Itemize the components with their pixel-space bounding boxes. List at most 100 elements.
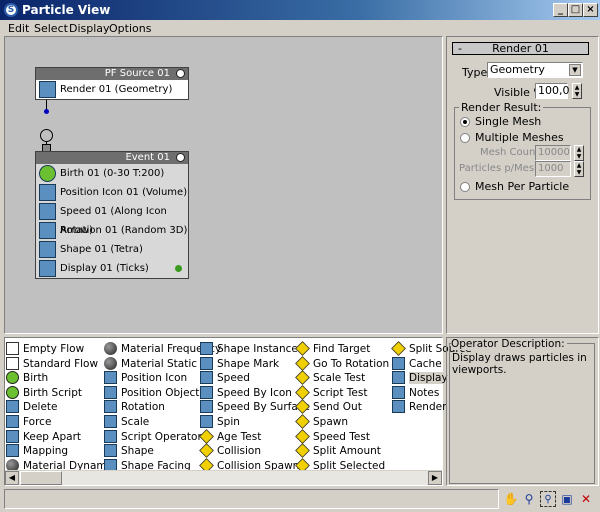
delete-icon	[6, 400, 19, 414]
type-dropdown[interactable]: Geometry ▼	[487, 62, 583, 78]
depot-item-speed-by-icon[interactable]: Speed By Icon	[200, 385, 292, 400]
spawn-icon	[295, 414, 310, 429]
depot-item-label: Empty Flow	[23, 343, 85, 355]
visible-spinner[interactable]: ▲ ▼	[572, 83, 582, 99]
bulb-icon[interactable]	[176, 153, 185, 162]
scale-icon	[104, 415, 117, 428]
operator-speed[interactable]: Speed 01 (Along Icon Arrow)	[36, 202, 188, 236]
depot-item-shape[interactable]: Shape	[104, 444, 154, 458]
depot-item-notes[interactable]: Notes	[392, 385, 439, 400]
operator-rotation[interactable]: Rotation 01 (Random 3D)	[36, 221, 188, 240]
rollout-title: Render 01	[492, 42, 549, 55]
depot-item-speed-test[interactable]: Speed Test	[295, 428, 370, 444]
zoom-extents-icon[interactable]: ▣	[559, 491, 575, 507]
depot-item-scale-test[interactable]: Scale Test	[295, 370, 365, 386]
bulb-icon[interactable]	[176, 69, 185, 78]
operator-depot: Empty Flow Standard Flow Birth Birth Script…	[4, 337, 472, 486]
mesh-count-spinner: ▲ ▼	[574, 145, 584, 161]
operator-shape[interactable]: Shape 01 (Tetra)	[36, 240, 188, 259]
depot-item-collision[interactable]: Collision	[199, 443, 261, 459]
depot-item-material-static[interactable]: Material Static	[104, 356, 197, 371]
depot-item-age-test[interactable]: Age Test	[199, 428, 261, 444]
depot-item-shape-instance[interactable]: Shape Instance	[200, 342, 298, 356]
horizontal-scrollbar[interactable]: ◀ ▶	[5, 470, 442, 485]
depot-item-force[interactable]: Force	[6, 415, 51, 429]
depot-item-shape-mark[interactable]: Shape Mark	[200, 356, 279, 371]
operator-position-icon[interactable]: Position Icon 01 (Volume)	[36, 183, 188, 202]
depot-item-birth-script[interactable]: Birth Script	[6, 385, 82, 400]
depot-item-keep-apart[interactable]: Keep Apart	[6, 429, 81, 444]
input-connector[interactable]	[40, 129, 53, 142]
depot-item-scale[interactable]: Scale	[104, 415, 149, 429]
depot-item-label: Speed Test	[313, 430, 370, 443]
split-amount-icon	[295, 443, 310, 459]
depot-item-find-target[interactable]: Find Target	[295, 341, 371, 356]
collision-icon	[199, 443, 214, 459]
scrollbar-thumb[interactable]	[20, 471, 62, 485]
rollout-header[interactable]: - Render 01	[452, 42, 589, 55]
close-button[interactable]: ×	[583, 3, 598, 17]
depot-item-position-object[interactable]: Position Object	[104, 385, 199, 400]
depot-item-label: Send Out	[313, 401, 362, 414]
multiple-meshes-label: Multiple Meshes	[475, 131, 564, 144]
menu-options[interactable]: Options	[109, 22, 151, 35]
depot-item-empty-flow[interactable]: Empty Flow	[6, 342, 84, 356]
depot-item-mapping[interactable]: Mapping	[6, 444, 68, 458]
single-mesh-radio[interactable]	[460, 117, 470, 127]
particles-per-mesh-spinner: ▲ ▼	[574, 161, 584, 177]
depot-item-birth[interactable]: Birth	[6, 371, 48, 385]
depot-item-rotation[interactable]: Rotation	[104, 400, 165, 414]
pf-source-node[interactable]: PF Source 01 Render 01 (Geometry)	[35, 67, 189, 100]
operator-label: Birth 01 (0-30 T:200)	[60, 168, 165, 179]
depot-item-script-test[interactable]: Script Test	[295, 384, 367, 400]
depot-item-render[interactable]: Render	[392, 400, 446, 414]
depot-item-script-operator[interactable]: Script Operator	[104, 429, 202, 444]
depot-item-delete[interactable]: Delete	[6, 400, 58, 414]
menu-select[interactable]: Select	[34, 22, 68, 35]
rollout-toggle[interactable]: -	[458, 43, 462, 54]
operator-render[interactable]: Render 01 (Geometry)	[36, 80, 188, 99]
visible-field[interactable]: 100,0	[535, 83, 570, 99]
depot-item-label: Script Operator	[121, 430, 202, 443]
depot-item-spawn[interactable]: Spawn	[295, 414, 348, 429]
display-icon	[39, 260, 56, 277]
menu-display[interactable]: Display	[69, 22, 110, 35]
event-node[interactable]: Event 01 Birth 01 (0-30 T:200) Position …	[35, 151, 189, 279]
mesh-per-particle-radio[interactable]	[460, 182, 470, 192]
position-icon	[39, 184, 56, 201]
operator-display[interactable]: Display 01 (Ticks)	[36, 259, 188, 278]
zoom-region-icon[interactable]: ⚲	[540, 491, 556, 507]
depot-item-speed-by-surface[interactable]: Speed By Surface	[200, 400, 310, 414]
depot-item-label: Shape Instance	[217, 343, 298, 355]
title-bar[interactable]: S Particle View _ □ ×	[0, 0, 600, 20]
depot-item-spin[interactable]: Spin	[200, 415, 240, 429]
depot-item-label: Find Target	[313, 343, 371, 355]
mesh-per-particle-label: Mesh Per Particle	[475, 180, 570, 193]
depot-item-go-to-rotation[interactable]: Go To Rotation	[295, 355, 389, 371]
depot-item-send-out[interactable]: Send Out	[295, 399, 362, 415]
zoom-icon[interactable]: ⚲	[521, 491, 537, 507]
depot-item-display[interactable]: Display	[392, 371, 448, 385]
scroll-right-button[interactable]: ▶	[428, 471, 442, 485]
depot-item-position-icon[interactable]: Position Icon	[104, 371, 187, 385]
depot-item-split-amount[interactable]: Split Amount	[295, 443, 381, 459]
split-source-icon	[391, 341, 406, 356]
depot-item-cache[interactable]: Cache	[392, 356, 442, 371]
depot-item-speed[interactable]: Speed	[200, 371, 250, 385]
scroll-left-button[interactable]: ◀	[5, 471, 19, 485]
menu-edit[interactable]: Edit	[8, 22, 29, 35]
depot-item-standard-flow[interactable]: Standard Flow	[6, 356, 98, 371]
flow-canvas[interactable]: PF Source 01 Render 01 (Geometry) Event …	[4, 36, 443, 334]
output-connector[interactable]	[44, 109, 49, 114]
depot-item-label: Split Amount	[313, 445, 381, 458]
pan-icon[interactable]: ✋	[503, 491, 519, 507]
maximize-button[interactable]: □	[568, 3, 583, 17]
node-title: Event 01	[125, 152, 170, 163]
depot-item-label: Cache	[409, 357, 442, 370]
minimize-button[interactable]: _	[553, 3, 568, 17]
display-icon	[392, 371, 405, 385]
no-zoom-icon[interactable]: ✕	[578, 491, 594, 507]
operator-birth[interactable]: Birth 01 (0-30 T:200)	[36, 164, 188, 183]
node-title: PF Source 01	[104, 68, 170, 79]
multiple-meshes-radio[interactable]	[460, 133, 470, 143]
